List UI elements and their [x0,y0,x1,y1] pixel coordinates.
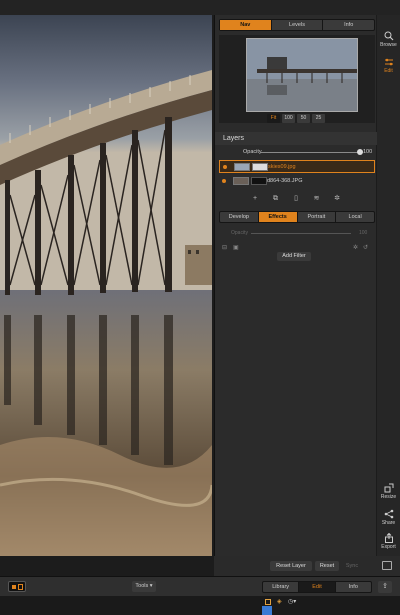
layer-opacity-value: 100 [363,149,373,155]
add-filter-button[interactable]: Add Filter [277,252,311,261]
browse-icon [384,31,393,41]
mode-tabs: Library Edit Info [262,581,372,593]
export-label: Export [381,544,396,550]
tab-levels[interactable]: Levels [272,20,324,30]
filter-options-icon[interactable]: ⊟ [222,244,227,251]
filter-opacity-value: 100 [359,230,368,236]
navigator-thumbnail[interactable] [246,38,358,112]
layer-item[interactable]: d864-368.JPG [219,175,375,188]
share-button[interactable]: Share [377,509,400,526]
tab-local[interactable]: Local [336,212,374,222]
layer-opacity-label: Opacity [243,149,262,155]
layer-thumbnail [233,177,249,185]
layers-header[interactable]: Layers [215,132,377,145]
layer-mask-thumbnail [251,177,267,185]
layer-tools: + ⧉ ▯ ≋ ✲ [251,195,341,205]
resize-icon [384,483,393,493]
share-export-button[interactable]: ⇪ [378,581,392,593]
filter-settings-icon[interactable]: ✲ [353,244,358,251]
resize-button[interactable]: Resize [377,483,400,500]
bottom-toolbar: Tools ▾ Library Edit Info ⇪ [0,576,400,596]
chevron-down-icon: ▾ [148,583,153,589]
tab-develop[interactable]: Develop [220,212,259,222]
filter-reset-icon[interactable]: ↺ [363,244,368,251]
delete-layer-icon[interactable]: ▯ [292,195,300,203]
filter-mask-icon[interactable]: ▣ [233,244,239,251]
tab-portrait[interactable]: Portrait [298,212,337,222]
history-icon[interactable]: ◷▾ [288,598,296,605]
taskbar-app-icon[interactable] [262,606,272,615]
browse-label: Browse [380,42,397,48]
status-bar: ◈ ◷▾ [0,596,400,615]
export-button[interactable]: Export [377,533,400,550]
share-icon [384,509,393,519]
reset-button[interactable]: Reset [315,561,339,571]
share-label: Share [381,520,396,526]
layer-visibility-dot[interactable] [222,179,226,183]
image-icon [265,599,271,605]
navigator[interactable] [219,35,375,123]
tab-info[interactable]: Info [323,20,374,30]
reset-layer-button[interactable]: Reset Layer [270,561,312,571]
share-out-icon: ⇪ [382,583,388,590]
zoom-options: Fit 100 50 25 [267,114,325,123]
zoom-25-button[interactable]: 25 [312,114,325,123]
layer-name: d864-368.JPG [267,178,303,184]
zoom-50-button[interactable]: 50 [297,114,310,123]
edit-tabbar: Develop Effects Portrait Local [219,211,375,223]
tab-edit[interactable]: Edit [299,582,336,592]
filter-opacity-track[interactable] [251,233,351,234]
panel-toggle-icon[interactable] [382,561,392,570]
duplicate-layer-icon[interactable]: ⧉ [272,195,280,203]
nav-tabbar: Nav Levels Info [219,19,375,31]
zoom-100-button[interactable]: 100 [282,114,295,123]
tools-label: Tools [135,583,149,589]
browse-button[interactable]: Browse [377,31,400,48]
layers-icon: ◈ [277,599,282,605]
layer-opacity-track[interactable] [261,152,361,153]
layer-thumbnail [234,163,250,171]
right-panel: Nav Levels Info Fit 100 50 25 Layers Opa… [214,15,377,556]
compare-toggle[interactable] [8,581,26,592]
add-layer-icon[interactable]: + [251,195,259,203]
export-icon [384,533,393,543]
tools-dropdown[interactable]: Tools ▾ [132,581,156,592]
layer-mask-thumbnail [252,163,268,171]
tab-effects[interactable]: Effects [258,212,298,222]
filter-opacity-label: Opacity [231,230,248,236]
layer-visibility-dot[interactable] [223,165,227,169]
layer-settings-icon[interactable]: ✲ [333,195,341,203]
module-strip: Browse Edit Resize Share Export [377,15,400,556]
compare-icon [12,585,16,589]
layer-opacity[interactable]: Opacity 100 [221,148,373,157]
tab-nav[interactable]: Nav [220,20,272,30]
photo-canvas[interactable] [0,15,212,556]
layer-name: skies09.jpg [268,164,296,170]
compare-split-icon [18,584,23,590]
navigator-preview [247,39,357,111]
layer-item[interactable]: skies09.jpg [219,160,375,173]
tab-library[interactable]: Library [263,582,300,592]
pier-photo [0,15,212,556]
edit-module-button[interactable]: Edit [377,57,400,74]
layer-stack-icon[interactable]: ≋ [313,195,321,203]
zoom-fit-button[interactable]: Fit [267,114,280,123]
edit-module-label: Edit [384,68,393,74]
action-bar: Reset Layer Reset Sync [214,556,400,576]
resize-label: Resize [380,494,397,500]
sliders-icon [384,58,393,66]
tab-mode-info[interactable]: Info [336,582,371,592]
top-bar [0,0,400,15]
sync-button[interactable]: Sync [342,561,362,571]
